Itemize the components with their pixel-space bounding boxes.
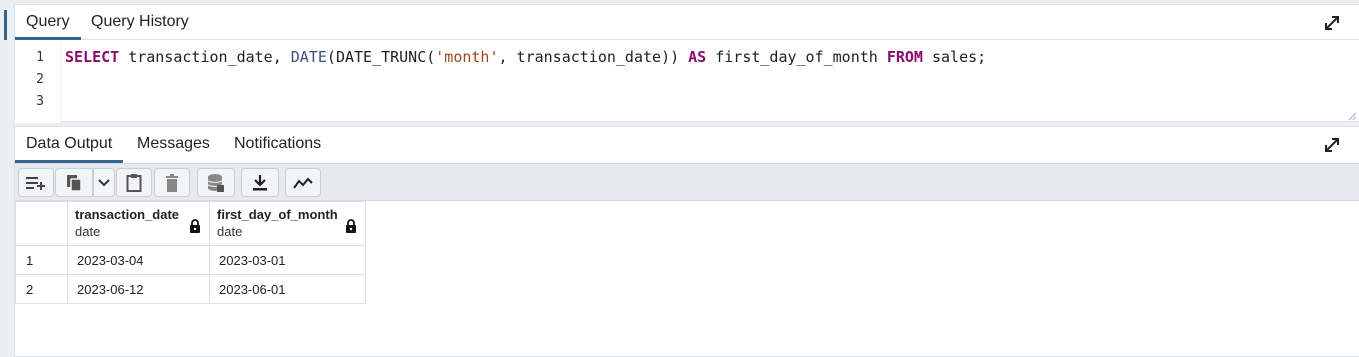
tab-notifications-label: Notifications [234, 135, 322, 152]
tab-query-history[interactable]: Query History [80, 5, 200, 40]
line-number: 3 [36, 94, 44, 109]
graph-visualiser-button[interactable] [285, 168, 321, 197]
column-name: first_day_of_month [217, 207, 338, 222]
tab-query-label: Query [26, 13, 70, 30]
add-row-button[interactable] [18, 168, 54, 197]
line-number: 1 [36, 50, 44, 65]
function-date: DATE [290, 48, 327, 66]
sql-editor[interactable]: 1 2 3 SELECT transaction_date, DATE(DATE… [15, 41, 1359, 123]
code-text: ( [326, 48, 336, 66]
code-text: )) [661, 48, 680, 66]
line-gutter: 1 2 3 [15, 41, 61, 123]
delete-button[interactable] [154, 168, 190, 197]
table-cell[interactable]: 2023-06-12 [67, 274, 210, 304]
code-text: transaction_date, [119, 48, 291, 66]
paste-button[interactable] [116, 168, 152, 197]
copy-options-button[interactable] [93, 168, 115, 197]
data-toolbar [15, 163, 1359, 201]
tab-notifications[interactable]: Notifications [223, 127, 332, 163]
tab-data-output[interactable]: Data Output [15, 127, 124, 163]
output-tabbar: Data Output Messages Notifications [15, 127, 1359, 163]
paste-icon [126, 173, 142, 192]
result-table: transaction_date date first_day_of_month… [15, 201, 366, 304]
column-type: date [217, 224, 243, 239]
resize-handle-icon[interactable] [1347, 111, 1357, 121]
code-text: ( [426, 48, 436, 66]
code-text: sales; [922, 48, 987, 66]
column-header[interactable]: first_day_of_month date [209, 201, 366, 246]
row-number-header [15, 201, 68, 246]
data-grid: transaction_date date first_day_of_month… [15, 201, 366, 304]
tab-data-output-label: Data Output [26, 135, 113, 152]
output-panel: Data Output Messages Notifications trans… [14, 126, 1359, 357]
left-accent-bar [4, 10, 7, 40]
table-cell[interactable]: 2023-06-01 [209, 274, 366, 304]
query-tabbar: Query Query History [15, 5, 1359, 40]
graph-icon [293, 177, 313, 189]
tab-messages[interactable]: Messages [126, 127, 221, 163]
row-number[interactable]: 2 [15, 274, 68, 304]
download-icon [253, 174, 267, 190]
lock-icon [346, 219, 356, 233]
function-date-trunc: DATE_TRUNC [335, 48, 427, 66]
code-text: first_day_of_month [706, 48, 887, 66]
table-cell[interactable]: 2023-03-01 [209, 245, 366, 275]
download-button[interactable] [241, 168, 279, 197]
table-cell[interactable]: 2023-03-04 [67, 245, 210, 275]
copy-icon [67, 174, 82, 192]
string-literal: 'month' [435, 48, 499, 66]
expand-icon[interactable] [1323, 14, 1341, 32]
copy-button[interactable] [55, 168, 93, 197]
add-row-icon [26, 176, 45, 190]
save-data-button[interactable] [197, 168, 235, 197]
column-type: date [75, 224, 101, 239]
code-text: , transaction_date [498, 48, 662, 66]
keyword-select: SELECT [65, 48, 120, 66]
query-panel: Query Query History 1 2 3 SELECT transac… [14, 4, 1359, 123]
keyword-as: AS [688, 48, 707, 66]
column-name: transaction_date [75, 207, 180, 222]
delete-icon [166, 173, 178, 192]
sql-code-line[interactable]: SELECT transaction_date, DATE(DATE_TRUNC… [65, 48, 986, 66]
lock-icon [190, 219, 200, 233]
keyword-from: FROM [886, 48, 923, 66]
save-data-icon [207, 173, 224, 192]
row-number[interactable]: 1 [15, 245, 68, 275]
line-number: 2 [36, 72, 44, 87]
chevron-down-icon [98, 178, 110, 186]
tab-query-history-label: Query History [91, 13, 189, 30]
query-tool: Query Query History 1 2 3 SELECT transac… [0, 0, 1359, 357]
expand-output-icon[interactable] [1323, 136, 1341, 154]
table-row[interactable]: 2 2023-06-12 2023-06-01 [15, 274, 366, 304]
column-header[interactable]: transaction_date date [67, 201, 210, 246]
tab-query[interactable]: Query [15, 5, 81, 40]
header-row: transaction_date date first_day_of_month… [15, 201, 366, 246]
table-row[interactable]: 1 2023-03-04 2023-03-01 [15, 245, 366, 275]
tab-messages-label: Messages [137, 135, 210, 152]
